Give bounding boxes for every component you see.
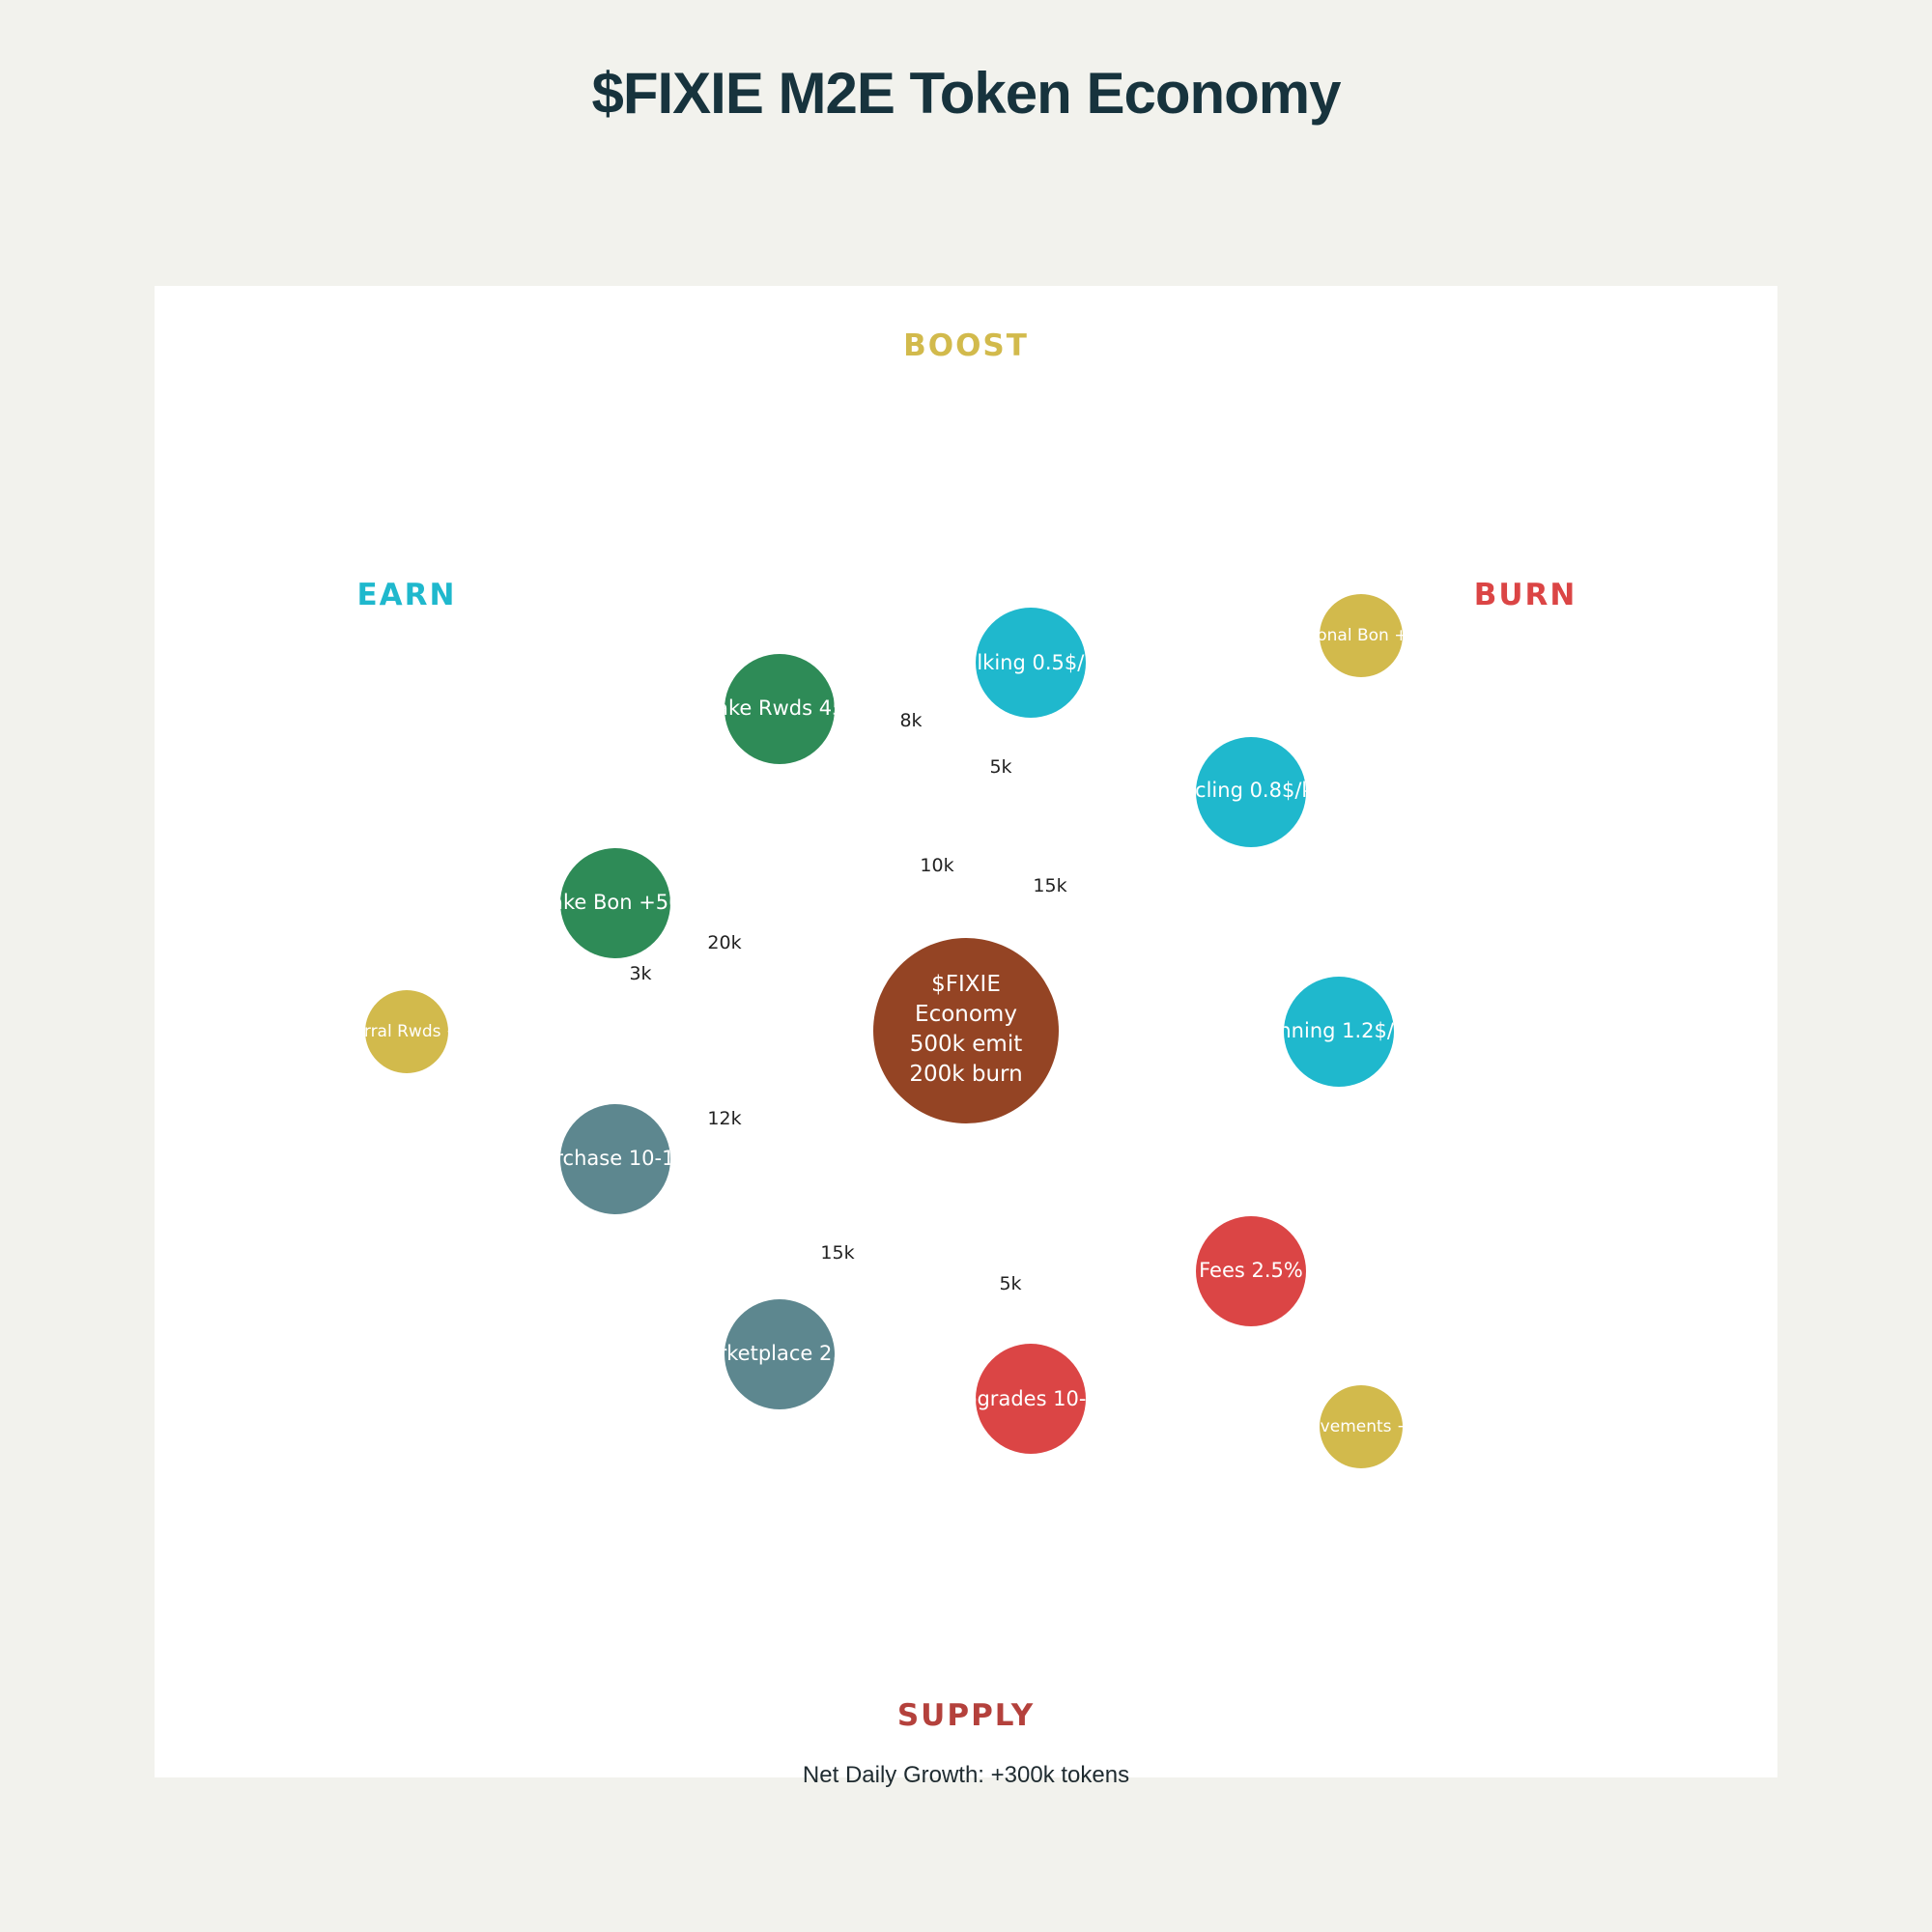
flow-label: 12k — [707, 1108, 741, 1129]
hub-node: $FIXIE Economy 500k emit 200k burn — [873, 938, 1059, 1123]
flow-label: 5k — [999, 1273, 1021, 1294]
node-fees: Fees 2.5% — [1196, 1216, 1306, 1326]
flow-label: 3k — [629, 963, 651, 984]
node-purchase-label: Purchase 10-100 — [530, 1147, 700, 1170]
flow-label: 15k — [820, 1242, 854, 1264]
flow-label: 5k — [989, 756, 1011, 778]
flow-label: 8k — [899, 710, 922, 731]
node-walking-label: Walking 0.5$/km — [946, 651, 1116, 674]
node-stake-bon: Stake Bon +50% — [530, 848, 701, 958]
node-fees-label: Fees 2.5% — [1199, 1259, 1303, 1282]
net-daily-growth: Net Daily Growth: +300k tokens — [802, 1762, 1130, 1788]
node-referral-rwds: Referral Rwds +5% — [327, 990, 486, 1073]
node-upgrades-label: Upgrades 10-50 — [950, 1387, 1112, 1410]
node-running-label: Running 1.2$/km — [1252, 1019, 1425, 1042]
node-stake-rwds-label: Stake Rwds 45% — [696, 696, 865, 720]
node-seasonal-bon-label: Seasonal Bon +50% — [1278, 626, 1445, 645]
node-marketplace-label: Marketplace 2.5% — [689, 1342, 871, 1365]
node-achievements-label: Achievements +10% — [1275, 1417, 1447, 1436]
node-seasonal-bon: Seasonal Bon +50% — [1278, 594, 1445, 677]
node-cycling-label: Cycling 0.8$/km — [1169, 779, 1333, 802]
node-referral-rwds-label: Referral Rwds +5% — [327, 1022, 486, 1041]
node-stake-rwds: Stake Rwds 45% — [696, 654, 865, 764]
section-label-earn: EARN — [357, 578, 457, 612]
section-label-boost: BOOST — [903, 328, 1029, 363]
flow-label: 10k — [920, 855, 953, 876]
node-marketplace: Marketplace 2.5% — [689, 1299, 871, 1409]
section-label-supply: SUPPLY — [897, 1698, 1035, 1733]
node-walking: Walking 0.5$/km — [946, 608, 1116, 718]
hub-line-2: Economy — [915, 1002, 1017, 1027]
hub-line-3: 500k emit — [910, 1032, 1023, 1057]
flow-label: 15k — [1033, 875, 1066, 896]
node-cycling: Cycling 0.8$/km — [1169, 737, 1333, 847]
flow-label: 20k — [707, 932, 741, 953]
node-upgrades: Upgrades 10-50 — [950, 1344, 1112, 1454]
node-achievements: Achievements +10% — [1275, 1385, 1447, 1468]
node-running: Running 1.2$/km — [1252, 977, 1425, 1087]
section-label-burn: BURN — [1474, 578, 1577, 612]
hub-line-4: 200k burn — [909, 1062, 1022, 1087]
hub-circle — [873, 938, 1059, 1123]
node-stake-bon-label: Stake Bon +50% — [530, 891, 701, 914]
hub-line-1: $FIXIE — [931, 972, 1001, 997]
node-purchase: Purchase 10-100 — [530, 1104, 700, 1214]
token-economy-diagram: BOOST EARN BURN SUPPLY $FIXIE Economy 50… — [327, 328, 1577, 1733]
